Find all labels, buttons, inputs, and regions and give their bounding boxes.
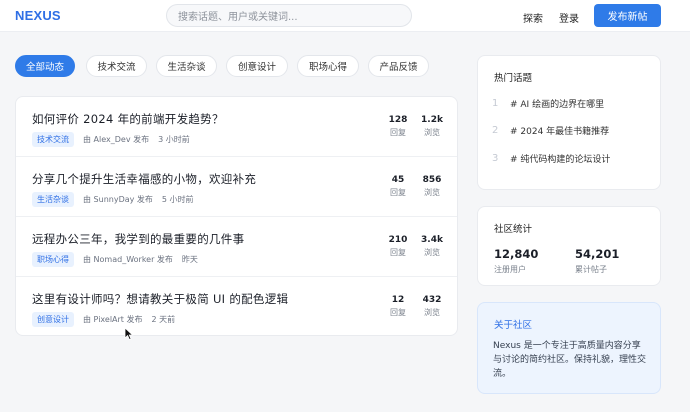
about-card: 关于社区 Nexus 是一个专注于高质量内容分享与讨论的简约社区。保持礼貌，理性… [477,302,661,394]
views-count: 3.4k [421,235,443,245]
post-item[interactable]: 这里有设计师吗？想请教关于极简 UI 的配色逻辑 创意设计 由 PixelArt… [16,277,457,337]
tab-all[interactable]: 全部动态 [15,55,75,77]
post-author: 由 PixelArt 发布 [83,314,143,324]
replies-count: 45 [391,175,405,185]
post-tag-badge[interactable]: 职场心得 [32,251,74,267]
hot-topic-item[interactable]: 3 # 纯代码构建的论坛设计 [492,151,610,165]
post-time: 2 天前 [151,314,176,324]
community-stats-title: 社区统计 [494,224,533,235]
hot-topic-rank: 3 [492,152,499,164]
site-logo[interactable]: NEXUS [15,8,61,23]
post-replies: 128 回复 [383,115,413,139]
post-item[interactable]: 如何评价 2024 年的前端开发趋势？ 技术交流 由 Alex_Dev 发布 3… [16,97,457,157]
community-stats-card: 社区统计 12,840 注册用户 54,201 累计帖子 [477,206,661,286]
post-tag-badge[interactable]: 创意设计 [32,311,74,327]
hot-topic-item[interactable]: 2 # 2024 年最佳书籍推荐 [492,123,609,137]
hot-topic-label[interactable]: # 2024 年最佳书籍推荐 [510,124,609,137]
tab-design[interactable]: 创意设计 [226,55,288,77]
nav-explore-link[interactable]: 探索 [523,10,543,25]
post-time: 3 小时前 [158,134,190,144]
hot-topics-card: 热门话题 1 # AI 绘画的边界在哪里 2 # 2024 年最佳书籍推荐 3 … [477,55,661,190]
views-count: 856 [422,175,442,185]
post-meta: 创意设计 由 PixelArt 发布 2 天前 [32,311,176,327]
publish-post-button[interactable]: 发布新帖 [594,4,661,27]
hot-topic-rank: 1 [492,97,499,109]
post-tag-badge[interactable]: 技术交流 [32,131,74,147]
tab-feedback[interactable]: 产品反馈 [368,55,429,77]
replies-label: 回复 [390,248,406,257]
hot-topic-label[interactable]: # 纯代码构建的论坛设计 [510,152,610,165]
views-label: 浏览 [424,188,440,197]
search-input[interactable] [167,7,411,28]
posts-label: 累计帖子 [575,265,607,274]
users-label: 注册用户 [494,265,526,274]
post-title[interactable]: 如何评价 2024 年的前端开发趋势？ [32,111,224,127]
replies-count: 210 [388,235,408,245]
views-count: 432 [422,295,442,305]
posts-count: 54,201 [575,247,620,261]
views-label: 浏览 [424,308,440,317]
post-author: 由 SunnyDay 发布 [83,194,153,204]
about-title: 关于社区 [494,320,533,331]
tab-life[interactable]: 生活杂谈 [156,55,217,77]
post-time: 昨天 [181,254,198,264]
hot-topic-label[interactable]: # AI 绘画的边界在哪里 [510,97,604,110]
post-author: 由 Alex_Dev 发布 [83,134,150,144]
post-time: 5 小时前 [161,194,194,204]
post-replies: 210 回复 [383,235,413,259]
about-text: Nexus 是一个专注于高质量内容分享与讨论的简约社区。保持礼貌，理性交流。 [493,341,647,379]
stat-users: 12,840 注册用户 [494,247,538,275]
views-label: 浏览 [424,128,440,137]
post-meta: 职场心得 由 Nomad_Worker 发布 昨天 [32,251,198,267]
hot-topic-rank: 2 [492,124,499,136]
post-title[interactable]: 远程办公三年，我学到的最重要的几件事 [32,231,244,247]
post-tag-badge[interactable]: 生活杂谈 [32,191,74,207]
post-views: 432 浏览 [417,295,447,319]
replies-label: 回复 [390,188,406,197]
post-views: 856 浏览 [417,175,447,199]
stat-posts: 54,201 累计帖子 [575,247,619,275]
post-item[interactable]: 远程办公三年，我学到的最重要的几件事 职场心得 由 Nomad_Worker 发… [16,217,457,277]
replies-count: 12 [391,295,405,305]
post-title[interactable]: 这里有设计师吗？想请教关于极简 UI 的配色逻辑 [32,291,288,307]
search-box[interactable] [166,4,412,28]
post-meta: 技术交流 由 Alex_Dev 发布 3 小时前 [32,131,190,147]
post-title[interactable]: 分享几个提升生活幸福感的小物，欢迎补充 [32,171,256,187]
hot-topic-item[interactable]: 1 # AI 绘画的边界在哪里 [492,96,604,110]
mouse-cursor-icon [124,327,134,341]
replies-count: 128 [388,115,408,125]
nav-login-link[interactable]: 登录 [559,10,579,25]
post-item[interactable]: 分享几个提升生活幸福感的小物，欢迎补充 生活杂谈 由 SunnyDay 发布 5… [16,157,457,217]
replies-label: 回复 [390,128,406,137]
views-count: 1.2k [421,115,443,125]
users-count: 12,840 [494,247,539,261]
post-replies: 12 回复 [383,295,413,319]
post-replies: 45 回复 [383,175,413,199]
views-label: 浏览 [424,248,440,257]
replies-label: 回复 [390,308,406,317]
top-navbar: NEXUS 探索 登录 发布新帖 [0,0,690,32]
post-list: 如何评价 2024 年的前端开发趋势？ 技术交流 由 Alex_Dev 发布 3… [15,96,458,336]
tab-career[interactable]: 职场心得 [297,55,359,77]
post-author: 由 Nomad_Worker 发布 [83,254,173,264]
tab-tech[interactable]: 技术交流 [86,55,147,77]
post-meta: 生活杂谈 由 SunnyDay 发布 5 小时前 [32,191,194,207]
post-views: 3.4k 浏览 [417,235,447,259]
post-views: 1.2k 浏览 [417,115,447,139]
hot-topics-title: 热门话题 [494,73,533,84]
